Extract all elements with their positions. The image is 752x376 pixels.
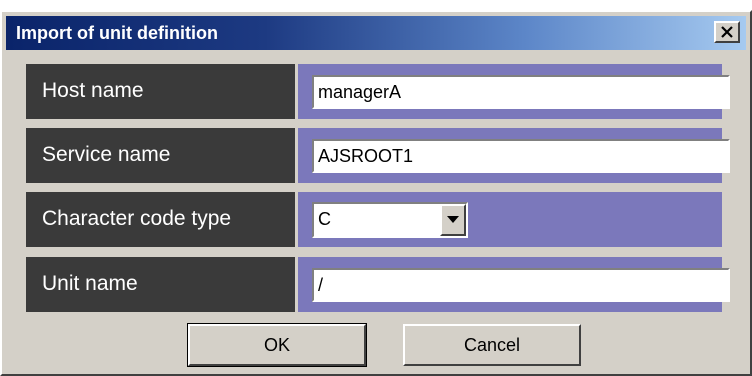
service-name-label-cell: Service name — [26, 128, 298, 183]
dialog-title: Import of unit definition — [16, 23, 218, 43]
title-bar[interactable]: Import of unit definition — [6, 16, 746, 50]
service-name-row: Service name — [26, 128, 730, 183]
chevron-down-icon — [447, 216, 459, 223]
import-dialog: Import of unit definition Host name Serv… — [0, 10, 752, 376]
character-code-type-selected-value: C — [318, 209, 331, 229]
character-code-type-row: Character code type C — [26, 192, 722, 247]
service-name-value-cell — [298, 128, 730, 183]
form-panel: Host name Service name Character code ty… — [26, 64, 730, 312]
ok-button[interactable]: OK — [187, 323, 367, 367]
cancel-button[interactable]: Cancel — [403, 324, 581, 366]
character-code-type-select[interactable]: C — [312, 202, 468, 238]
unit-name-value-cell — [298, 257, 730, 312]
unit-name-input[interactable] — [312, 268, 730, 302]
unit-name-label: Unit name — [42, 272, 138, 295]
dropdown-button[interactable] — [440, 204, 466, 236]
service-name-input[interactable] — [312, 139, 730, 173]
character-code-type-label-cell: Character code type — [26, 192, 298, 247]
host-name-label-cell: Host name — [26, 64, 298, 119]
unit-name-row: Unit name — [26, 257, 730, 312]
host-name-row: Host name — [26, 64, 730, 119]
service-name-label: Service name — [42, 143, 171, 166]
unit-name-label-cell: Unit name — [26, 257, 298, 312]
close-icon — [721, 26, 733, 38]
host-name-label: Host name — [42, 79, 144, 102]
host-name-input[interactable] — [312, 75, 730, 109]
character-code-type-label: Character code type — [42, 207, 232, 230]
close-button[interactable] — [714, 21, 740, 43]
character-code-type-value-cell: C — [298, 192, 722, 247]
host-name-value-cell — [298, 64, 730, 119]
